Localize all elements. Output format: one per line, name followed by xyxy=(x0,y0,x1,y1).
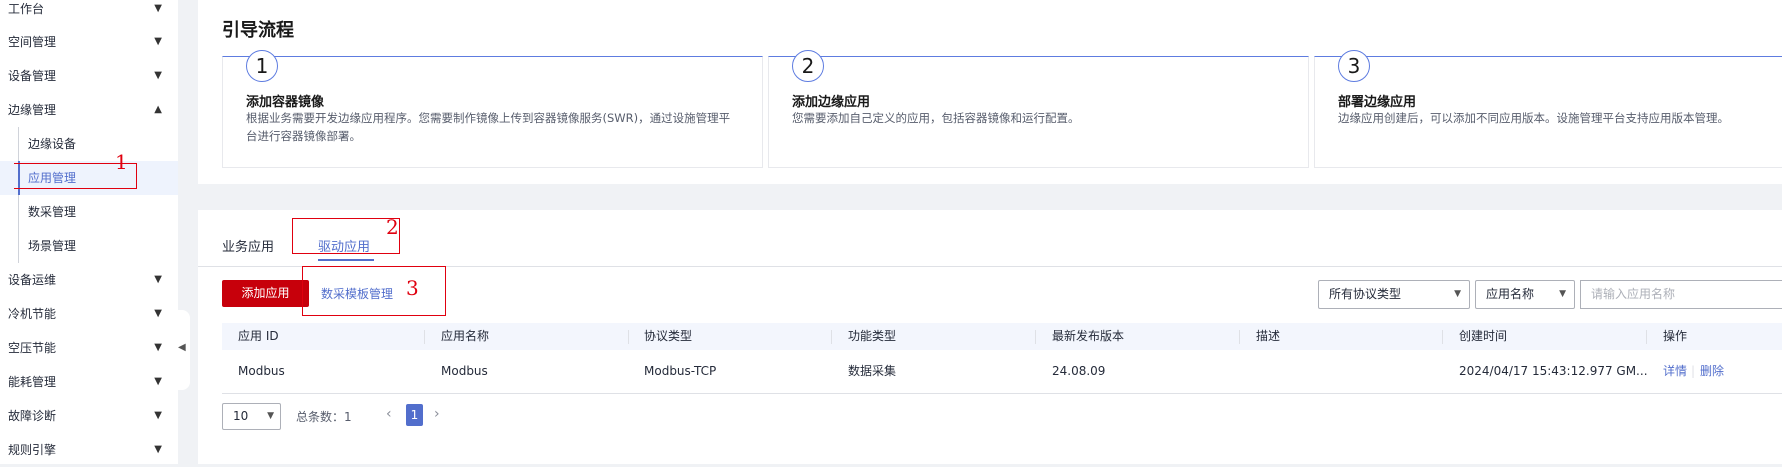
action-separator: | xyxy=(1691,364,1696,378)
annotation-box xyxy=(302,266,446,316)
prev-page-icon[interactable]: ‹ xyxy=(386,406,392,422)
cell-app-id: Modbus xyxy=(238,364,285,378)
table-row: Modbus Modbus Modbus-TCP 数据采集 24.08.09 2… xyxy=(222,350,1782,394)
tab-business-apps[interactable]: 业务应用 xyxy=(222,236,274,255)
column-header: 协议类型 xyxy=(644,329,693,343)
sidebar-item-rules[interactable]: 规则引擎 ▼ xyxy=(0,433,178,467)
step-description: 根据业务需要开发边缘应用程序。您需要制作镜像上传到容器镜像服务(SWR)，通过设… xyxy=(246,111,731,143)
column-divider xyxy=(831,330,832,344)
search-field-select[interactable]: 应用名称 ▼ xyxy=(1475,280,1575,309)
caret-down-icon: ▼ xyxy=(1454,289,1461,299)
detail-link[interactable]: 详情 xyxy=(1663,350,1687,393)
column-divider xyxy=(1239,330,1240,344)
sidebar-item-chiller[interactable]: 冷机节能 ▼ xyxy=(0,297,178,331)
cell-protocol: Modbus-TCP xyxy=(644,364,717,378)
chevron-down-icon: ▼ xyxy=(154,444,162,455)
caret-down-icon: ▼ xyxy=(267,411,274,421)
add-app-button[interactable]: 添加应用 xyxy=(222,280,309,307)
sidebar-item-edge[interactable]: 边缘管理 ▲ xyxy=(0,93,178,127)
next-page-icon[interactable]: › xyxy=(434,406,440,422)
column-header: 最新发布版本 xyxy=(1052,329,1125,343)
delete-link[interactable]: 删除 xyxy=(1700,350,1724,393)
column-divider xyxy=(424,330,425,344)
column-divider xyxy=(1035,330,1036,344)
cell-version: 24.08.09 xyxy=(1052,364,1106,378)
sidebar-item-space[interactable]: 空间管理 ▼ xyxy=(0,25,178,59)
cell-function: 数据采集 xyxy=(848,364,897,378)
step-number: 2 xyxy=(792,50,824,82)
column-header: 应用 ID xyxy=(238,329,279,343)
annotation-box xyxy=(292,218,400,254)
step-title: 添加容器镜像 xyxy=(246,95,325,110)
column-divider xyxy=(1442,330,1443,344)
chevron-down-icon: ▼ xyxy=(154,274,162,285)
step-description: 您需要添加自己定义的应用，包括容器镜像和运行配置。 xyxy=(792,111,1080,125)
chevron-down-icon: ▼ xyxy=(154,36,162,47)
column-header: 描述 xyxy=(1256,329,1281,343)
sidebar-item-device[interactable]: 设备管理 ▼ xyxy=(0,59,178,93)
sidebar: 工作台 ▼ 空间管理 ▼ 设备管理 ▼ 边缘管理 ▲ 边缘设备 应用管理 数采管理 场景… xyxy=(0,0,178,464)
sidebar-item-scene[interactable]: 场景管理 xyxy=(0,229,178,263)
sidebar-collapse-toggle[interactable]: ◀ xyxy=(176,310,190,390)
chevron-down-icon: ▼ xyxy=(154,70,162,81)
page-title: 引导流程 xyxy=(222,20,294,41)
column-header: 功能类型 xyxy=(848,329,897,343)
sidebar-item-energy[interactable]: 能耗管理 ▼ xyxy=(0,365,178,399)
caret-down-icon: ▼ xyxy=(1559,289,1566,299)
tab-active-indicator xyxy=(318,259,374,261)
sidebar-item-device-ops[interactable]: 设备运维 ▼ xyxy=(0,263,178,297)
table-header: 应用 ID 应用名称 协议类型 功能类型 最新发布版本 描述 创建时间 操作 xyxy=(222,323,1782,350)
step-number: 3 xyxy=(1338,50,1370,82)
annotation-label: 3 xyxy=(406,276,419,300)
cell-created-time: 2024/04/17 15:43:12.977 GM... xyxy=(1459,364,1648,378)
annotation-label: 2 xyxy=(386,215,399,239)
sidebar-item-diagnosis[interactable]: 故障诊断 ▼ xyxy=(0,399,178,433)
step-title: 部署边缘应用 xyxy=(1338,95,1417,110)
chevron-down-icon: ▼ xyxy=(154,342,162,353)
annotation-label: 1 xyxy=(115,150,128,174)
sidebar-item-compressor[interactable]: 空压节能 ▼ xyxy=(0,331,178,365)
protocol-type-select[interactable]: 所有协议类型 ▼ xyxy=(1318,280,1470,309)
sidebar-item-data-collection[interactable]: 数采管理 xyxy=(0,195,178,229)
chevron-up-icon: ▲ xyxy=(154,104,162,115)
chevron-down-icon: ▼ xyxy=(154,410,162,421)
step-title: 添加边缘应用 xyxy=(792,95,871,110)
chevron-down-icon: ▼ xyxy=(154,376,162,387)
search-input[interactable]: 请输入应用名称 xyxy=(1580,280,1782,309)
column-header: 创建时间 xyxy=(1459,329,1508,343)
chevron-left-icon: ◀ xyxy=(178,342,186,353)
column-divider xyxy=(1646,330,1647,344)
column-header: 应用名称 xyxy=(441,329,490,343)
step-number: 1 xyxy=(246,50,278,82)
page-button-current[interactable]: 1 xyxy=(406,404,423,426)
column-divider xyxy=(628,330,629,344)
total-count: 总条数：1 xyxy=(296,410,352,424)
page-size-select[interactable]: 10 ▼ xyxy=(222,403,281,430)
step-description: 边缘应用创建后，可以添加不同应用版本。设施管理平台支持应用版本管理。 xyxy=(1338,111,1729,125)
sidebar-item-edge-device[interactable]: 边缘设备 xyxy=(0,127,178,161)
cell-app-name: Modbus xyxy=(441,364,488,378)
chevron-down-icon: ▼ xyxy=(154,3,162,14)
column-header: 操作 xyxy=(1663,329,1688,343)
sidebar-item-workbench[interactable]: 工作台 ▼ xyxy=(0,0,178,26)
chevron-down-icon: ▼ xyxy=(154,308,162,319)
